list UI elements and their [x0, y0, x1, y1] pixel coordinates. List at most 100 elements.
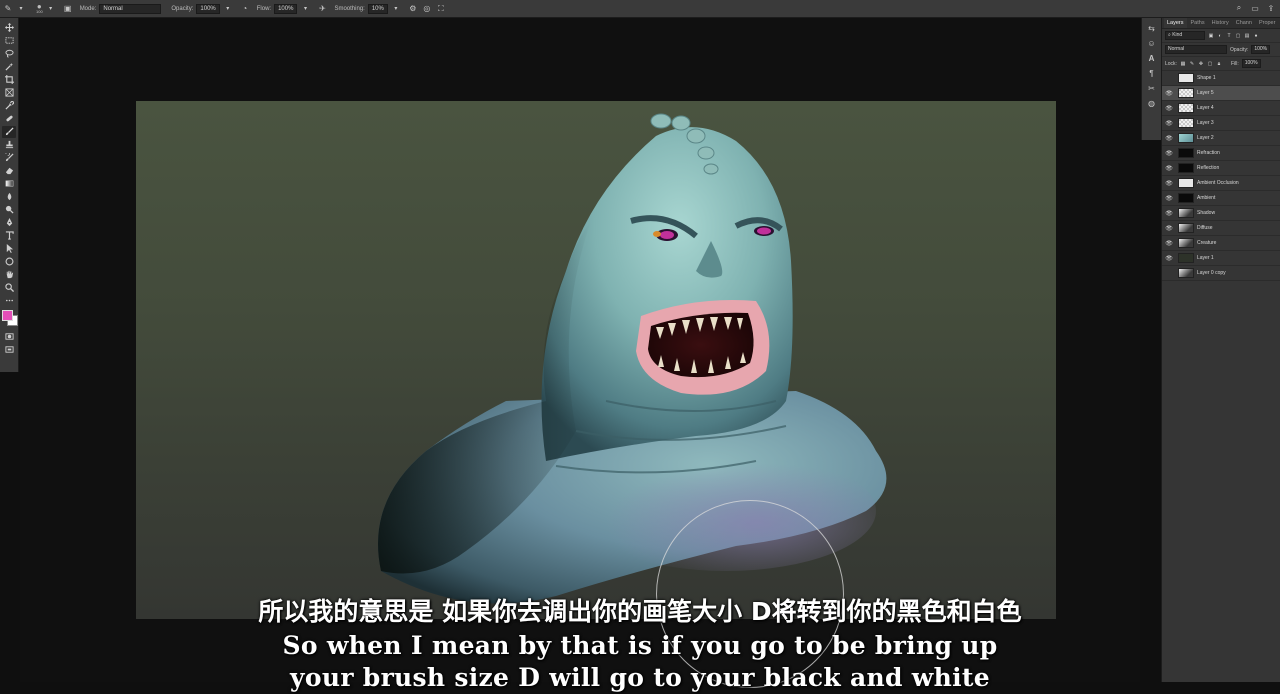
flow-field[interactable]: 100% [274, 3, 298, 14]
filter-type-icon[interactable]: T [1226, 33, 1232, 39]
layer-row[interactable]: 👁︎ Layer 2 [1162, 131, 1280, 146]
eye-icon[interactable]: 👁︎ [1162, 255, 1176, 262]
layer-row[interactable]: 👁︎ Creature [1162, 236, 1280, 251]
tool-preset-picker[interactable]: ✎ ▾ [0, 4, 29, 14]
eye-icon[interactable]: 👁︎ [1162, 165, 1176, 172]
dodge-tool-icon[interactable] [2, 204, 16, 216]
eyedropper-icon[interactable] [2, 100, 16, 112]
layer-row[interactable]: Layer 0 copy [1162, 266, 1280, 281]
eye-icon[interactable]: 👁︎ [1162, 135, 1176, 142]
eye-icon[interactable]: 👁︎ [1162, 210, 1176, 217]
opacity-label: Opacity: [171, 5, 194, 12]
pressure-size-icon[interactable]: ◎ [422, 4, 432, 14]
eye-icon[interactable]: 👁︎ [1162, 195, 1176, 202]
eye-icon[interactable]: 👁︎ [1162, 105, 1176, 112]
brush-tool-icon[interactable] [2, 125, 16, 138]
brush-size-value: 100 [36, 8, 43, 14]
brush-settings-icon[interactable]: ▣ [63, 4, 73, 14]
brush-settings-icon[interactable]: ✂ [1146, 82, 1158, 94]
chevron-down-icon[interactable]: ▾ [300, 4, 310, 14]
eye-icon[interactable]: 👁︎ [1162, 180, 1176, 187]
layer-opacity-field[interactable]: 100% [1251, 45, 1271, 54]
layer-thumbnail [1178, 208, 1194, 218]
hand-tool-icon[interactable] [2, 269, 16, 281]
document-canvas[interactable] [136, 101, 1056, 619]
filter-smart-icon[interactable]: ▤ [1244, 33, 1250, 39]
ellipse-tool-icon[interactable] [2, 256, 16, 268]
lock-position-icon[interactable]: ✥ [1198, 61, 1204, 67]
chevron-down-icon[interactable]: ▾ [223, 4, 233, 14]
people-icon[interactable]: ☺ [1146, 37, 1158, 49]
mode-select[interactable]: Normal [99, 3, 162, 14]
quick-mask-icon[interactable] [2, 330, 16, 342]
symmetry-icon[interactable]: ⛶ [436, 4, 446, 14]
healing-brush-icon[interactable] [2, 113, 16, 125]
layer-row[interactable]: 👁︎ Diffuse [1162, 221, 1280, 236]
filter-adjustment-icon[interactable]: ◐ [1217, 33, 1223, 39]
brush-size-picker[interactable]: ● 100 ▾ [33, 2, 59, 14]
layer-row[interactable]: 👁︎ Reflection [1162, 161, 1280, 176]
layer-row[interactable]: 👁︎ Layer 4 [1162, 101, 1280, 116]
share-icon[interactable]: ⇪ [1266, 3, 1276, 13]
layer-row[interactable]: 👁︎ Layer 5 [1162, 86, 1280, 101]
filter-kind-select[interactable]: ⌕ Kind [1165, 31, 1205, 40]
eraser-icon[interactable] [2, 165, 16, 177]
marquee-tool-icon[interactable] [2, 35, 16, 47]
filter-toggle-icon[interactable]: ● [1253, 33, 1259, 39]
workspace-icon[interactable]: ▭ [1250, 3, 1260, 13]
eye-icon[interactable]: 👁︎ [1162, 240, 1176, 247]
layer-row[interactable]: 👁︎ Shadow [1162, 206, 1280, 221]
eye-icon[interactable]: 👁︎ [1162, 120, 1176, 127]
type-tool-icon[interactable] [2, 230, 16, 242]
lock-transparent-icon[interactable]: ▦ [1180, 61, 1186, 67]
blend-mode-select[interactable]: Normal [1165, 45, 1227, 54]
history-brush-icon[interactable] [2, 152, 16, 164]
smoothing-field[interactable]: 10% [367, 3, 388, 14]
pressure-opacity-icon[interactable]: ◔ [240, 4, 250, 14]
tab-layers[interactable]: Layers [1164, 18, 1187, 28]
lock-artboard-icon[interactable]: ▢ [1207, 61, 1213, 67]
layer-row[interactable]: Shape 1 [1162, 71, 1280, 86]
layer-row[interactable]: 👁︎ Ambient Occlusion [1162, 176, 1280, 191]
airbrush-icon[interactable]: ✈ [317, 4, 327, 14]
eye-icon[interactable]: 👁︎ [1162, 90, 1176, 97]
layer-row[interactable]: 👁︎ Refraction [1162, 146, 1280, 161]
screen-mode-icon[interactable] [2, 343, 16, 355]
frame-tool-icon[interactable] [2, 87, 16, 99]
blur-tool-icon[interactable] [2, 191, 16, 203]
layer-comps-icon[interactable]: ◍ [1146, 97, 1158, 109]
pen-tool-icon[interactable] [2, 217, 16, 229]
lock-all-icon[interactable]: 🔒︎ [1216, 61, 1222, 67]
path-selection-icon[interactable] [2, 243, 16, 255]
lock-image-icon[interactable]: ✎ [1189, 61, 1195, 67]
filter-shape-icon[interactable]: ▢ [1235, 33, 1241, 39]
color-swatches[interactable] [2, 310, 18, 326]
tab-properties[interactable]: Proper [1256, 18, 1279, 28]
clone-stamp-icon[interactable] [2, 139, 16, 151]
tab-history[interactable]: History [1209, 18, 1232, 28]
crop-tool-icon[interactable] [2, 74, 16, 86]
lasso-tool-icon[interactable] [2, 48, 16, 60]
more-tools-icon[interactable] [2, 295, 16, 307]
magic-wand-icon[interactable] [2, 61, 16, 73]
chevron-down-icon[interactable]: ▾ [391, 4, 401, 14]
fill-field[interactable]: 100% [1241, 59, 1261, 68]
eye-icon[interactable]: 👁︎ [1162, 150, 1176, 157]
adjust-icon[interactable]: ⇆ [1146, 22, 1158, 34]
layer-row[interactable]: 👁︎ Ambient [1162, 191, 1280, 206]
zoom-tool-icon[interactable] [2, 282, 16, 294]
gear-icon[interactable]: ⚙ [408, 4, 418, 14]
character-icon[interactable]: A [1146, 52, 1158, 64]
move-tool-icon[interactable] [2, 22, 16, 34]
search-icon[interactable]: ⌕ [1234, 3, 1244, 13]
tab-channels[interactable]: Chann [1233, 18, 1255, 28]
filter-pixel-icon[interactable]: ▣ [1208, 33, 1214, 39]
gradient-tool-icon[interactable] [2, 178, 16, 190]
eye-icon[interactable]: 👁︎ [1162, 225, 1176, 232]
layer-row[interactable]: 👁︎ Layer 1 [1162, 251, 1280, 266]
foreground-color-swatch[interactable] [2, 310, 13, 321]
layer-row[interactable]: 👁︎ Layer 3 [1162, 116, 1280, 131]
opacity-field[interactable]: 100% [196, 3, 220, 14]
paragraph-icon[interactable]: ¶ [1146, 67, 1158, 79]
tab-paths[interactable]: Paths [1188, 18, 1208, 28]
